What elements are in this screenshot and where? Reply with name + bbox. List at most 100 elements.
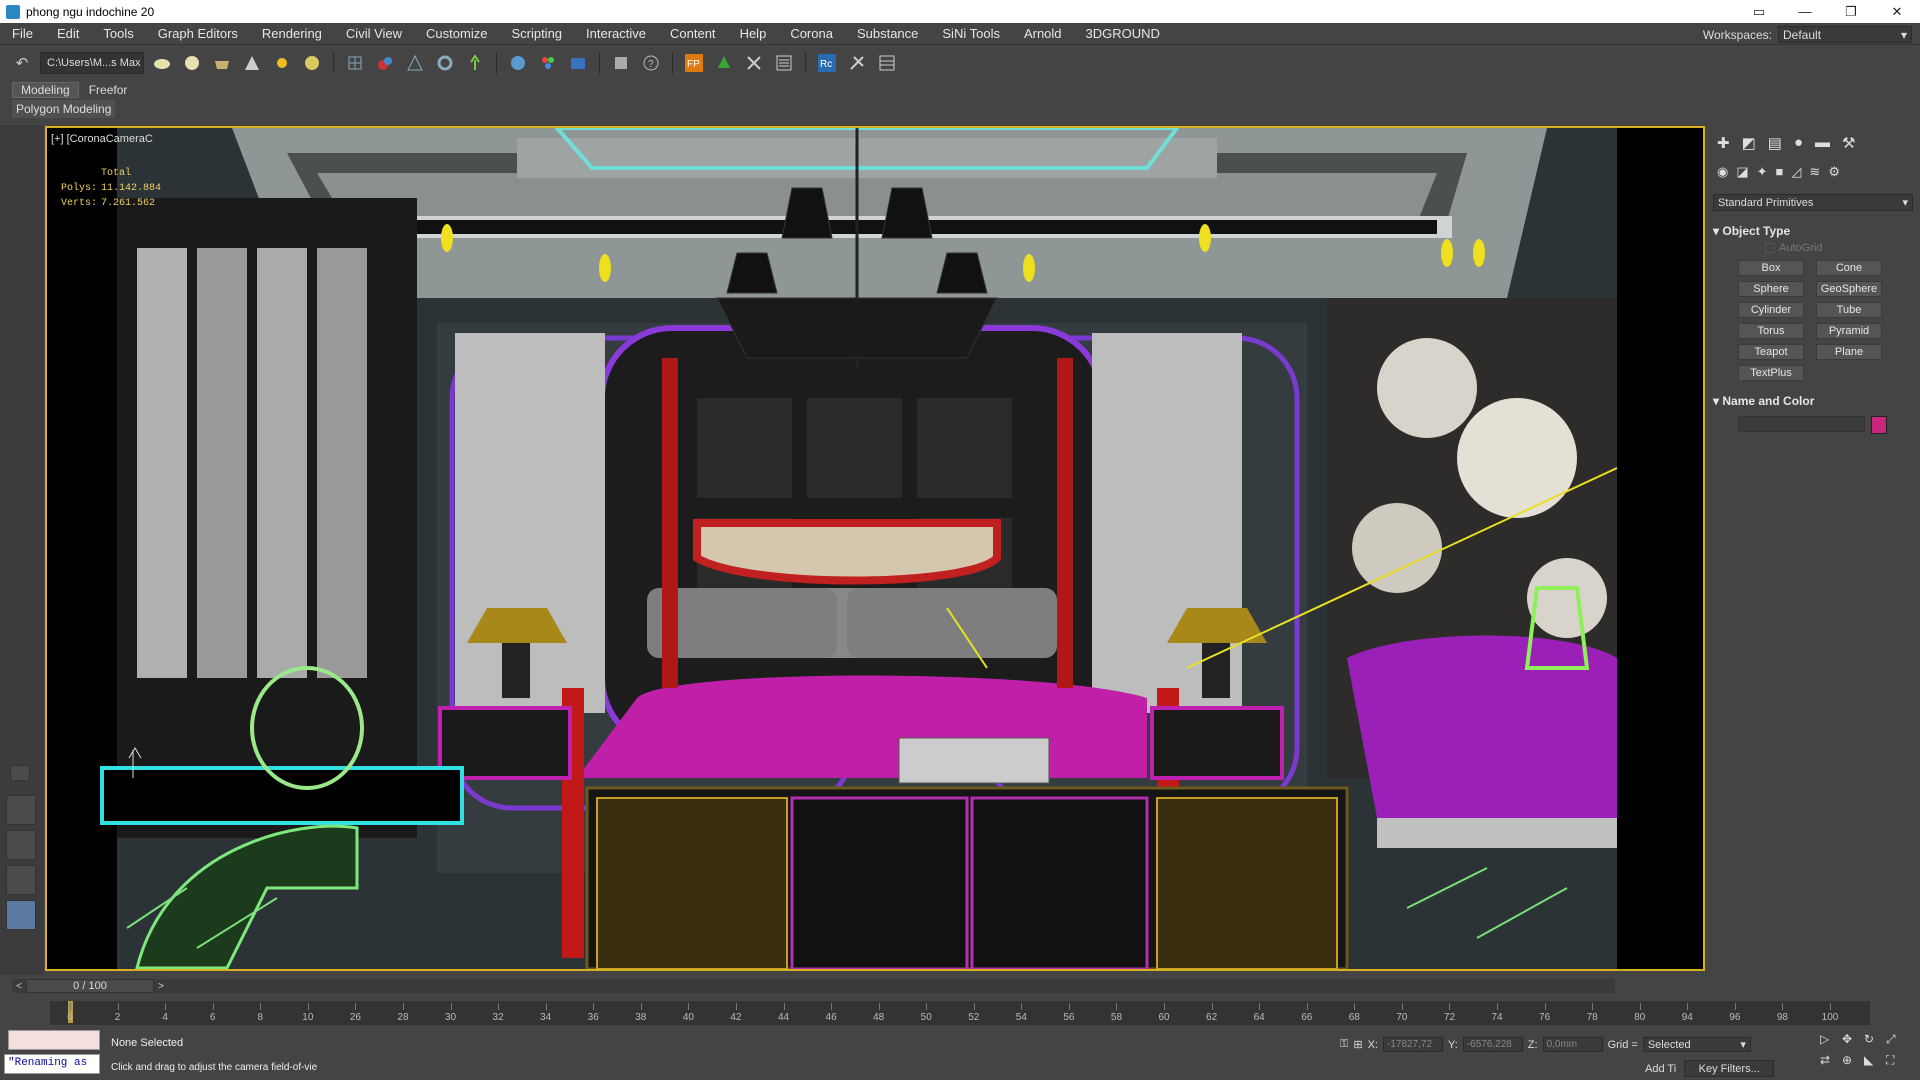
- object-color-swatch[interactable]: [1871, 416, 1887, 434]
- modify-tab-icon[interactable]: ◩: [1742, 134, 1756, 156]
- menu-content[interactable]: Content: [658, 26, 728, 41]
- y-coordinate-field[interactable]: -6576,228: [1462, 1037, 1523, 1052]
- fov-icon[interactable]: ◣: [1864, 1053, 1886, 1068]
- maximize-icon[interactable]: ⤢: [1886, 1032, 1908, 1047]
- viewport-layout-3[interactable]: [6, 865, 36, 895]
- box-icon[interactable]: [609, 51, 633, 75]
- sun-icon[interactable]: [270, 51, 294, 75]
- railclone-icon[interactable]: Rc: [815, 51, 839, 75]
- max-toggle-icon[interactable]: ⛶: [1886, 1053, 1908, 1068]
- maxscript-listener-output[interactable]: "Renaming as: [4, 1054, 100, 1074]
- object-name-field[interactable]: [1738, 416, 1865, 432]
- primitive-type-dropdown[interactable]: Standard Primitives ▾: [1713, 194, 1913, 211]
- add-time-tag-label[interactable]: Add Ti: [1645, 1063, 1676, 1075]
- time-slider[interactable]: < 0 / 100 >: [12, 979, 1615, 993]
- pyramid-button[interactable]: Pyramid: [1816, 323, 1882, 339]
- cone-button[interactable]: Cone: [1816, 260, 1882, 276]
- menu-customize[interactable]: Customize: [414, 26, 499, 41]
- systems-icon[interactable]: ⚙: [1828, 164, 1840, 186]
- workspace-dropdown[interactable]: Default ▾: [1778, 26, 1912, 43]
- viewport-layout-4[interactable]: [6, 900, 36, 930]
- close-button[interactable]: ✕: [1874, 0, 1920, 23]
- menu-file[interactable]: File: [0, 26, 45, 41]
- z-coordinate-field[interactable]: 0,0mm: [1542, 1037, 1603, 1052]
- tools-icon[interactable]: [742, 51, 766, 75]
- menu-edit[interactable]: Edit: [45, 26, 91, 41]
- menu-tools[interactable]: Tools: [91, 26, 145, 41]
- textplus-button[interactable]: TextPlus: [1738, 365, 1804, 381]
- geometry-icon[interactable]: ◉: [1717, 164, 1728, 186]
- sphere-button[interactable]: Sphere: [1738, 281, 1804, 297]
- menu-substance[interactable]: Substance: [845, 26, 930, 41]
- menu-arnold[interactable]: Arnold: [1012, 26, 1074, 41]
- object-type-rollout[interactable]: ▾ Object Type: [1713, 224, 1913, 238]
- geosphere-button[interactable]: GeoSphere: [1816, 281, 1882, 297]
- expand-arrow-icon[interactable]: [10, 765, 30, 781]
- display-tab-icon[interactable]: ▬: [1815, 134, 1830, 156]
- menu-scripting[interactable]: Scripting: [499, 26, 574, 41]
- viewport-layout-1[interactable]: [6, 795, 36, 825]
- tube-button[interactable]: Tube: [1816, 302, 1882, 318]
- hierarchy-tab-icon[interactable]: ▤: [1768, 134, 1782, 156]
- autogrid-checkbox[interactable]: AutoGrid: [1765, 242, 1822, 254]
- list-icon[interactable]: [772, 51, 796, 75]
- torus-button[interactable]: Torus: [1738, 323, 1804, 339]
- plane-button[interactable]: Plane: [1816, 344, 1882, 360]
- grid-icon[interactable]: [343, 51, 367, 75]
- menu-sini-tools[interactable]: SiNi Tools: [930, 26, 1012, 41]
- maxscript-listener-input[interactable]: [8, 1030, 100, 1050]
- shape-icon[interactable]: [150, 51, 174, 75]
- teapot-icon[interactable]: [210, 51, 234, 75]
- motion-tab-icon[interactable]: ●: [1794, 134, 1803, 156]
- next-frame-icon[interactable]: >: [154, 979, 168, 993]
- viewport-label[interactable]: [+] [CoronaCameraC: [51, 133, 153, 145]
- name-color-rollout[interactable]: ▾ Name and Color: [1713, 394, 1913, 408]
- sphere-icon[interactable]: [180, 51, 204, 75]
- helpers-icon[interactable]: ◿: [1791, 164, 1801, 186]
- zoom-icon[interactable]: ⊕: [1842, 1053, 1864, 1068]
- cone-icon[interactable]: [240, 51, 264, 75]
- minimize-button[interactable]: —: [1782, 0, 1828, 23]
- menu-interactive[interactable]: Interactive: [574, 26, 658, 41]
- gear-icon[interactable]: [433, 51, 457, 75]
- render-setup-icon[interactable]: [403, 51, 427, 75]
- key-filters-button[interactable]: Key Filters...: [1684, 1060, 1775, 1077]
- menu-help[interactable]: Help: [728, 26, 779, 41]
- tab-modeling[interactable]: Modeling: [12, 82, 79, 98]
- tab-freeform[interactable]: Freefor: [81, 82, 136, 98]
- x-coordinate-field[interactable]: -17827,72: [1383, 1037, 1443, 1052]
- palette-icon[interactable]: [536, 51, 560, 75]
- grid-selection-dropdown[interactable]: Selected ▾: [1642, 1037, 1751, 1052]
- tree-icon[interactable]: [712, 51, 736, 75]
- play-icon[interactable]: ▷: [1820, 1032, 1842, 1047]
- cameras-icon[interactable]: ■: [1776, 164, 1784, 186]
- prev-frame-icon[interactable]: <: [12, 979, 26, 993]
- project-path-field[interactable]: C:\Users\M...s Max: [40, 52, 144, 74]
- menu-corona[interactable]: Corona: [778, 26, 845, 41]
- table-icon[interactable]: [875, 51, 899, 75]
- plant-icon[interactable]: [463, 51, 487, 75]
- create-tab-icon[interactable]: ✚: [1717, 134, 1730, 156]
- lock-icon[interactable]: ⚿: [1340, 1038, 1348, 1051]
- shapes-icon[interactable]: ◪: [1736, 164, 1748, 186]
- material-icon[interactable]: [373, 51, 397, 75]
- wrench-icon[interactable]: [845, 51, 869, 75]
- cylinder-button[interactable]: Cylinder: [1738, 302, 1804, 318]
- box-button[interactable]: Box: [1738, 260, 1804, 276]
- scene-render[interactable]: [47, 128, 1703, 969]
- snap-icon[interactable]: ▭: [1736, 0, 1782, 23]
- undo-icon[interactable]: ↶: [10, 51, 34, 75]
- help-icon[interactable]: ?: [639, 51, 663, 75]
- camera-viewport[interactable]: [+] [CoronaCameraC Total Polys: 11.142.88…: [45, 126, 1705, 971]
- track-bar[interactable]: 0 2 4 6 8 10 26 28 30 32 34 36 38 40 42 44 46 48 50 52 54 56 5…: [50, 1001, 1870, 1025]
- menu-civil-view[interactable]: Civil View: [334, 26, 414, 41]
- globe-icon[interactable]: [506, 51, 530, 75]
- spacewarps-icon[interactable]: ≋: [1809, 164, 1820, 186]
- forest-pack-icon[interactable]: FP: [682, 51, 706, 75]
- restore-button[interactable]: ❐: [1828, 0, 1874, 23]
- walk-icon[interactable]: ⇄: [1820, 1053, 1842, 1068]
- menu-rendering[interactable]: Rendering: [250, 26, 334, 41]
- menu-graph-editors[interactable]: Graph Editors: [146, 26, 250, 41]
- pan-icon[interactable]: ✥: [1842, 1032, 1864, 1047]
- light-icon[interactable]: [300, 51, 324, 75]
